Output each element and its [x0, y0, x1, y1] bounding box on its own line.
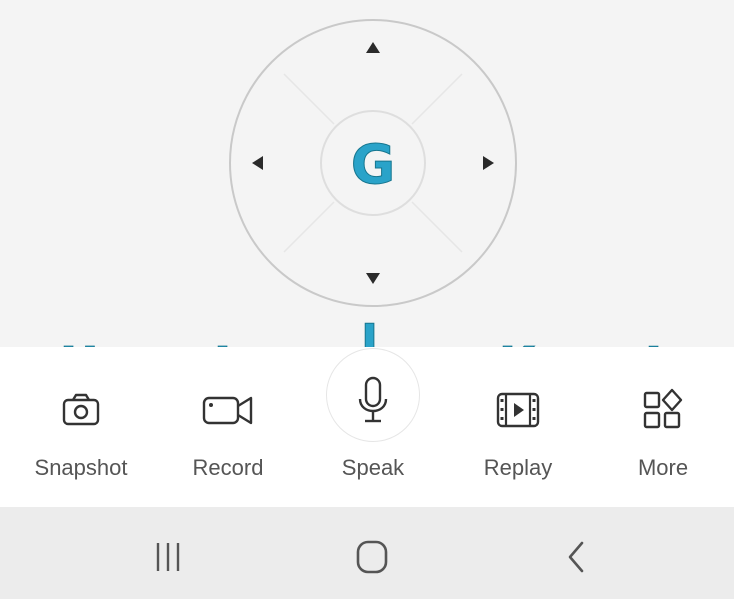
microphone-icon — [358, 376, 388, 423]
snapshot-label: Snapshot — [34, 455, 128, 480]
system-nav-bar — [0, 507, 734, 599]
home-button[interactable] — [342, 535, 402, 579]
replay-label: Replay — [483, 455, 553, 480]
ptz-panel: G — [0, 0, 734, 347]
recent-apps-icon — [156, 543, 180, 571]
back-button[interactable] — [546, 535, 606, 579]
ptz-joystick[interactable] — [0, 0, 734, 347]
replay-button[interactable]: Replay — [458, 347, 578, 487]
video-camera-icon — [202, 396, 253, 425]
more-button[interactable]: More — [603, 347, 723, 487]
speak-label: Speak — [341, 455, 405, 480]
recent-apps-button[interactable] — [138, 535, 198, 579]
record-button[interactable]: Record — [168, 347, 288, 487]
apps-grid-icon — [643, 388, 683, 429]
ptz-center-button[interactable] — [320, 110, 426, 216]
back-icon — [568, 541, 584, 573]
camera-icon — [62, 393, 100, 426]
speak-button[interactable]: Speak — [313, 347, 433, 487]
record-label: Record — [192, 455, 264, 480]
more-label: More — [637, 455, 689, 480]
home-icon — [356, 540, 388, 574]
snapshot-button[interactable]: Snapshot — [21, 347, 141, 487]
film-play-icon — [496, 392, 540, 428]
action-bar: Snapshot Record Speak Replay More — [0, 347, 734, 507]
